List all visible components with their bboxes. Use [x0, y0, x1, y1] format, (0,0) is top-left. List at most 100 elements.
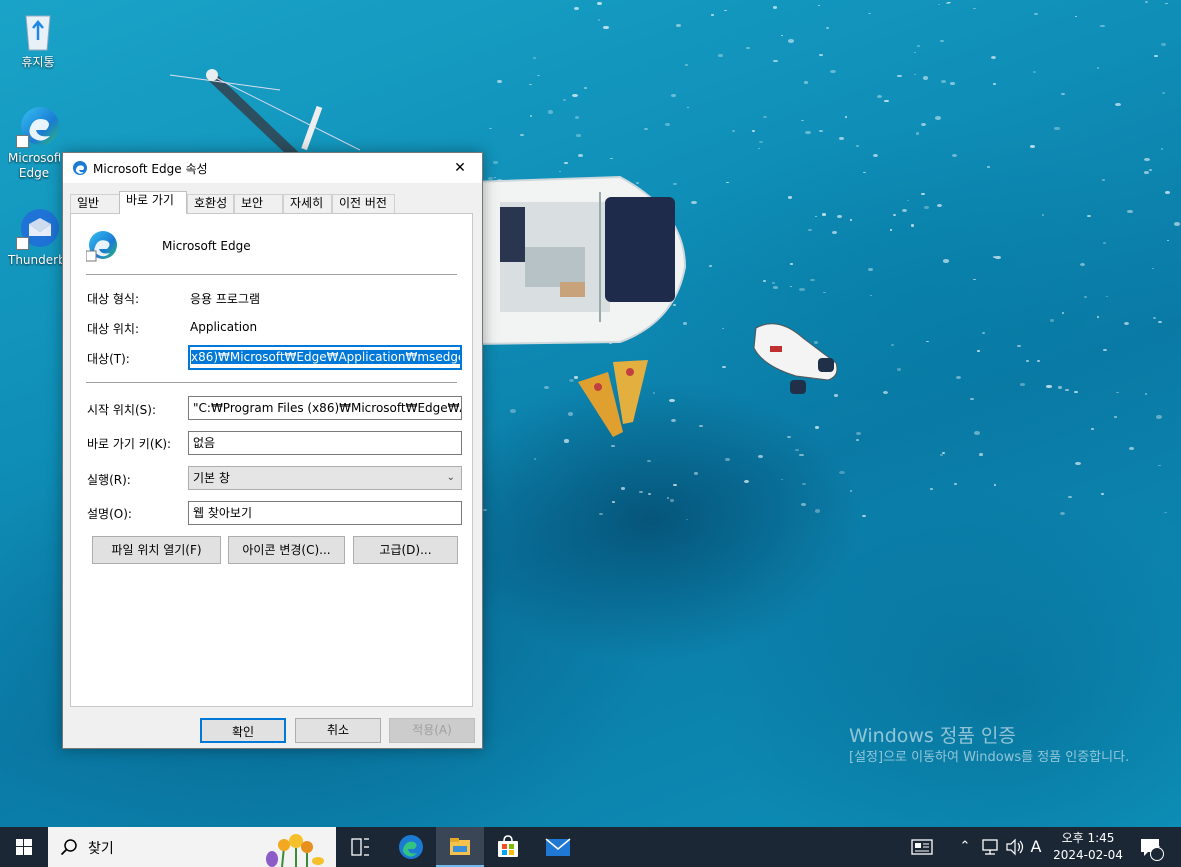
sparkle: [977, 350, 980, 352]
taskbar-edge-button[interactable]: [386, 827, 434, 867]
comment-input[interactable]: 웹 찾아보기: [188, 501, 462, 525]
sparkle: [572, 94, 578, 98]
sparkle: [726, 182, 729, 184]
sparkle: [1115, 102, 1122, 106]
sparkle: [1079, 262, 1085, 266]
sparkle: [510, 409, 517, 414]
run-select-value: 기본 창: [193, 471, 230, 485]
network-button[interactable]: [978, 827, 1002, 867]
clock-time: 오후 1:45: [1061, 831, 1115, 845]
sparkle: [709, 265, 712, 267]
desktop-icon-edge[interactable]: Microsoft Edge: [8, 104, 68, 181]
open-file-location-button[interactable]: 파일 위치 열기(F): [92, 536, 221, 564]
sparkle: [930, 488, 933, 490]
sparkle: [762, 279, 767, 282]
sparkle: [955, 375, 962, 380]
sparkle: [1087, 215, 1091, 218]
tab-general[interactable]: 일반: [70, 194, 120, 213]
sparkle: [578, 154, 583, 158]
sparkle: [794, 449, 799, 452]
target-input[interactable]: x86)₩Microsoft₩Edge₩Application₩msedge.e…: [188, 345, 462, 370]
apply-button[interactable]: 적용(A): [389, 718, 475, 743]
sparkle: [876, 95, 882, 99]
sparkle: [597, 1, 603, 5]
sparkle: [823, 291, 826, 294]
taskbar-store-button[interactable]: [484, 827, 532, 867]
chevron-up-icon: ⌃: [959, 839, 971, 854]
sparkle: [1160, 148, 1164, 150]
sparkle: [801, 482, 807, 486]
task-view-button[interactable]: [336, 827, 384, 867]
sparkle: [493, 161, 498, 164]
sparkle: [1017, 344, 1022, 348]
sparkle: [849, 490, 852, 492]
desktop-icon-thunderbird[interactable]: Thunderbird: [8, 206, 68, 268]
sparkle: [787, 196, 792, 199]
sparkle: [1157, 464, 1161, 467]
close-button[interactable]: ✕: [438, 153, 482, 183]
change-icon-button[interactable]: 아이콘 변경(C)...: [228, 536, 345, 564]
sparkle: [1037, 360, 1040, 362]
show-hidden-icons-button[interactable]: ⌃: [956, 827, 974, 867]
start-button[interactable]: [0, 827, 48, 867]
sparkle: [1096, 315, 1100, 318]
taskbar-file-explorer-button[interactable]: [436, 827, 484, 867]
sparkle: [951, 153, 957, 157]
clock[interactable]: 오후 1:45 2024-02-04: [1050, 830, 1126, 864]
sparkle: [801, 119, 805, 122]
sparkle: [825, 27, 829, 29]
sparkle: [809, 278, 815, 282]
desktop-icon-recycle-bin[interactable]: 휴지통: [8, 8, 68, 70]
watermark-title: Windows 정품 인증: [849, 725, 1016, 747]
advanced-button[interactable]: 고급(D)...: [353, 536, 458, 564]
start-in-input[interactable]: "C:₩Program Files (x86)₩Microsoft₩Edge₩A…: [188, 396, 462, 420]
sparkle: [1166, 240, 1169, 242]
sparkle: [808, 229, 812, 232]
tab-shortcut[interactable]: 바로 가기: [119, 191, 187, 214]
run-select[interactable]: 기본 창 ⌄: [188, 466, 462, 490]
sparkle: [1083, 296, 1087, 299]
cancel-button[interactable]: 취소: [295, 718, 381, 743]
sparkle: [1058, 386, 1063, 389]
sparkle: [817, 4, 821, 7]
sparkle: [995, 255, 1002, 260]
sparkle: [883, 99, 889, 103]
sparkle: [973, 431, 980, 435]
mail-icon: [545, 838, 571, 856]
sparkle: [822, 213, 827, 216]
shortcut-key-input[interactable]: 없음: [188, 431, 462, 455]
sparkle: [620, 487, 626, 490]
ok-button[interactable]: 확인: [200, 718, 286, 743]
sparkle: [892, 213, 896, 216]
target-location-label: 대상 위치:: [87, 322, 140, 336]
sailboat-decoration: [470, 175, 687, 346]
tab-security[interactable]: 보안: [234, 194, 283, 213]
search-box[interactable]: 찾기: [48, 827, 336, 867]
news-widget-button[interactable]: [906, 827, 938, 867]
edge-icon: [16, 104, 60, 148]
separator: [86, 274, 457, 275]
sparkle: [890, 343, 895, 347]
sparkle: [721, 365, 726, 369]
tab-details[interactable]: 자세히: [283, 194, 332, 213]
sparkle: [1165, 2, 1168, 5]
watermark-subtitle: [설정]으로 이동하여 Windows를 정품 인증합니다.: [849, 750, 1130, 765]
sparkle: [611, 500, 615, 503]
sparkle: [751, 129, 755, 132]
notification-center-button[interactable]: 1: [1134, 827, 1168, 867]
volume-button[interactable]: [1004, 827, 1026, 867]
sparkle: [1105, 295, 1109, 297]
properties-dialog: Microsoft Edge 속성 ✕ 일반 바로 가기 호환성 보안 자세히 …: [62, 152, 483, 749]
sparkle: [943, 259, 950, 263]
sparkle: [711, 14, 714, 16]
sparkle: [603, 26, 610, 30]
tab-previous-versions[interactable]: 이전 버전: [332, 194, 395, 213]
sparkle: [529, 115, 533, 117]
input-language-button[interactable]: A: [1026, 827, 1046, 867]
tab-compatibility[interactable]: 호환성: [187, 194, 234, 213]
sparkle: [1090, 428, 1095, 431]
dialog-titlebar[interactable]: Microsoft Edge 속성 ✕: [63, 153, 482, 183]
sparkle: [599, 512, 604, 515]
sparkle: [799, 453, 804, 457]
taskbar-mail-button[interactable]: [534, 827, 582, 867]
